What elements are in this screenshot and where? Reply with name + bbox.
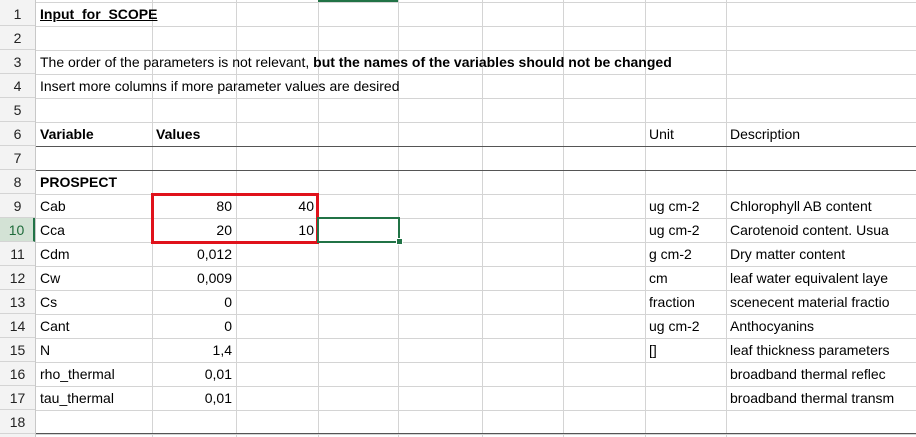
value-cell[interactable]: 0 <box>154 314 232 338</box>
value-cell[interactable] <box>238 386 314 410</box>
header-variable[interactable]: Variable <box>40 122 150 146</box>
table-bottom-border <box>35 433 916 434</box>
description-cell[interactable]: leaf water equivalent laye <box>730 266 916 290</box>
row-header[interactable]: 15 <box>0 338 35 362</box>
variable-name-cell[interactable]: Cdm <box>40 242 150 266</box>
fill-handle[interactable] <box>396 238 403 245</box>
row-header[interactable]: 13 <box>0 290 35 314</box>
value-cell[interactable] <box>238 266 314 290</box>
row-header[interactable]: 18 <box>0 410 35 434</box>
description-cell[interactable]: scenecent material fractio <box>730 290 916 314</box>
header-description[interactable]: Description <box>730 122 916 146</box>
value-cell[interactable] <box>238 338 314 362</box>
unit-cell[interactable]: ug cm-2 <box>649 218 724 242</box>
instruction-cell[interactable]: The order of the parameters is not relev… <box>40 50 910 74</box>
variable-name-cell[interactable]: Cab <box>40 194 150 218</box>
instruction-cell[interactable]: Insert more columns if more parameter va… <box>40 74 640 98</box>
header-border <box>35 170 916 171</box>
row-header[interactable]: 11 <box>0 242 35 266</box>
description-cell[interactable]: broadband thermal reflec <box>730 362 916 386</box>
sheet-title-cell[interactable]: Input_for_SCOPE <box>40 2 340 26</box>
row-header[interactable]: 14 <box>0 314 35 338</box>
header-border <box>35 146 916 147</box>
row-header[interactable]: 2 <box>0 26 35 50</box>
value-cell[interactable]: 0,012 <box>154 242 232 266</box>
unit-cell[interactable] <box>649 386 724 410</box>
unit-cell[interactable]: [] <box>649 338 724 362</box>
value-cell[interactable] <box>238 314 314 338</box>
row-header[interactable]: 1 <box>0 2 35 26</box>
row-header[interactable]: 12 <box>0 266 35 290</box>
row-header[interactable]: 17 <box>0 386 35 410</box>
variable-name-cell[interactable]: rho_thermal <box>40 362 150 386</box>
description-cell[interactable]: Anthocyanins <box>730 314 916 338</box>
description-cell[interactable]: broadband thermal transm <box>730 386 916 410</box>
unit-cell[interactable]: ug cm-2 <box>649 194 724 218</box>
variable-name-cell[interactable]: tau_thermal <box>40 386 150 410</box>
value-cell[interactable] <box>238 362 314 386</box>
row-header-active[interactable]: 10 <box>0 218 35 242</box>
value-cell[interactable]: 0,009 <box>154 266 232 290</box>
description-cell[interactable]: Carotenoid content. Usua <box>730 218 916 242</box>
row-header-column: 1 2 3 4 5 6 7 8 9 10 11 12 13 14 15 16 1… <box>0 0 36 437</box>
row-header[interactable]: 6 <box>0 122 35 146</box>
row-header[interactable]: 4 <box>0 74 35 98</box>
value-cell[interactable] <box>238 242 314 266</box>
value-highlight-box <box>151 193 319 244</box>
variable-name-cell[interactable]: Cant <box>40 314 150 338</box>
unit-cell[interactable] <box>649 362 724 386</box>
row-divider <box>35 98 916 99</box>
row-header[interactable]: 5 <box>0 98 35 122</box>
header-unit[interactable]: Unit <box>649 122 724 146</box>
unit-cell[interactable]: ug cm-2 <box>649 314 724 338</box>
value-cell[interactable]: 0,01 <box>154 362 232 386</box>
unit-cell[interactable]: fraction <box>649 290 724 314</box>
variable-name-cell[interactable]: Cw <box>40 266 150 290</box>
variable-name-cell[interactable]: Cs <box>40 290 150 314</box>
section-label[interactable]: PROSPECT <box>40 170 150 194</box>
instruction-emphasis: but the names of the variables should no… <box>313 54 672 70</box>
instruction-text: The order of the parameters is not relev… <box>40 54 314 70</box>
row-header[interactable]: 8 <box>0 170 35 194</box>
row-header[interactable]: 16 <box>0 362 35 386</box>
description-cell[interactable]: leaf thickness parameters <box>730 338 916 362</box>
row-header[interactable]: 9 <box>0 194 35 218</box>
header-values[interactable]: Values <box>156 122 234 146</box>
row-divider <box>35 26 916 27</box>
spreadsheet-grid[interactable]: 1 2 3 4 5 6 7 8 9 10 11 12 13 14 15 16 1… <box>0 0 916 437</box>
description-cell[interactable]: Dry matter content <box>730 242 916 266</box>
description-cell[interactable]: Chlorophyll AB content <box>730 194 916 218</box>
variable-name-cell[interactable]: N <box>40 338 150 362</box>
row-header[interactable]: 7 <box>0 146 35 170</box>
value-cell[interactable] <box>238 290 314 314</box>
value-cell[interactable]: 0 <box>154 290 232 314</box>
value-cell[interactable]: 1,4 <box>154 338 232 362</box>
variable-name-cell[interactable]: Cca <box>40 218 150 242</box>
selected-cell[interactable] <box>317 217 400 243</box>
row-divider <box>35 434 916 435</box>
row-divider <box>35 410 916 411</box>
unit-cell[interactable]: cm <box>649 266 724 290</box>
unit-cell[interactable]: g cm-2 <box>649 242 724 266</box>
value-cell[interactable]: 0,01 <box>154 386 232 410</box>
row-header[interactable]: 3 <box>0 50 35 74</box>
